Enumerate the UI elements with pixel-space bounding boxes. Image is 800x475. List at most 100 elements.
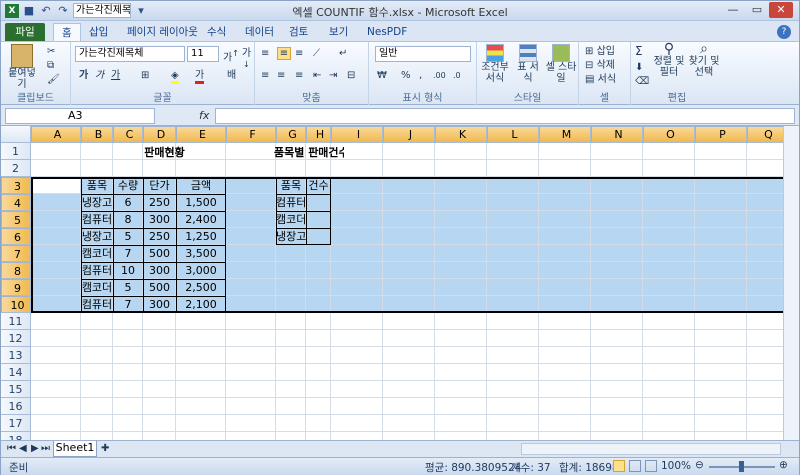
cell-styles-button[interactable]: 셀 스타일	[545, 44, 577, 84]
orientation-icon[interactable]: ⟋	[313, 48, 320, 59]
tab-data[interactable]: 데이터	[237, 23, 282, 42]
tab-file[interactable]: 파일	[5, 23, 45, 42]
phonetic-icon[interactable]: 배	[227, 70, 236, 81]
insert-cells-button[interactable]: ⊞ 삽입	[585, 46, 615, 57]
column-header-q[interactable]: Q	[747, 126, 787, 143]
prev-sheet-icon[interactable]: ◀	[19, 443, 27, 454]
cut-icon[interactable]: ✂	[47, 46, 55, 57]
row-header-5[interactable]: 5	[1, 211, 31, 228]
select-all-corner[interactable]	[1, 126, 31, 143]
tab-formulas[interactable]: 수식	[199, 23, 234, 42]
vertical-scrollbar[interactable]	[783, 126, 799, 440]
tab-home[interactable]: 홈	[53, 23, 81, 42]
column-header-l[interactable]: L	[487, 126, 539, 143]
last-sheet-icon[interactable]: ⏭	[41, 443, 50, 454]
percent-icon[interactable]: %	[401, 70, 411, 81]
first-sheet-icon[interactable]: ⏮	[7, 443, 16, 454]
row-header-16[interactable]: 16	[1, 398, 31, 415]
grow-font-icon[interactable]: 가↑	[223, 48, 239, 63]
align-bottom-icon[interactable]: ≡	[295, 48, 303, 59]
decrease-decimal-icon[interactable]: .0	[453, 70, 461, 81]
tab-review[interactable]: 검토	[281, 23, 316, 42]
indent-increase-icon[interactable]: ⇥	[329, 70, 337, 81]
row-header-11[interactable]: 11	[1, 313, 31, 330]
paste-button[interactable]: 붙여넣기	[5, 44, 39, 90]
column-header-p[interactable]: P	[695, 126, 747, 143]
column-header-g[interactable]: G	[276, 126, 306, 143]
format-painter-icon[interactable]: 🖌	[47, 74, 60, 85]
align-right-icon[interactable]: ≡	[295, 70, 303, 81]
worksheet-grid[interactable]: A B C D E F G H I J K L M N O P Q 1 2 3 4 5 6 7 8 9 10 11 12 13 14 15 16…	[1, 126, 799, 440]
help-icon[interactable]: ?	[777, 25, 791, 39]
zoom-in-icon[interactable]: ⊕	[779, 459, 788, 471]
align-left-icon[interactable]: ≡	[261, 70, 269, 81]
insert-function-icon[interactable]: fx	[199, 109, 209, 122]
font-color-icon[interactable]: 가	[195, 70, 205, 84]
column-header-o[interactable]: O	[643, 126, 695, 143]
row-header-6[interactable]: 6	[1, 228, 31, 245]
column-header-n[interactable]: N	[591, 126, 643, 143]
tab-insert[interactable]: 삽입	[81, 23, 116, 42]
increase-decimal-icon[interactable]: .00	[433, 70, 446, 81]
tab-page-layout[interactable]: 페이지 레이아웃	[119, 23, 206, 42]
wrap-text-icon[interactable]: ↵	[339, 48, 347, 59]
zoom-level[interactable]: 100%	[661, 460, 691, 472]
font-size-select[interactable]: 11	[187, 46, 219, 62]
merge-center-icon[interactable]: ⊟	[347, 70, 355, 81]
row-header-7[interactable]: 7	[1, 245, 31, 262]
bold-icon[interactable]: 가	[79, 70, 88, 81]
currency-icon[interactable]: ₩	[377, 70, 387, 81]
column-header-j[interactable]: J	[383, 126, 435, 143]
normal-view-icon[interactable]	[613, 460, 625, 472]
column-header-b[interactable]: B	[81, 126, 113, 143]
next-sheet-icon[interactable]: ▶	[31, 443, 39, 454]
underline-icon[interactable]: 가	[111, 70, 120, 81]
minimize-button[interactable]: —	[721, 2, 745, 18]
align-top-icon[interactable]: ≡	[261, 48, 269, 59]
sort-filter-button[interactable]: ⚲ 정렬 및 필터	[653, 42, 685, 78]
name-box[interactable]: A3	[5, 108, 155, 124]
row-header-2[interactable]: 2	[1, 160, 31, 177]
horizontal-scrollbar[interactable]	[521, 443, 781, 455]
row-header-1[interactable]: 1	[1, 143, 31, 160]
align-middle-icon[interactable]: ≡	[277, 47, 291, 60]
row-header-8[interactable]: 8	[1, 262, 31, 279]
find-select-button[interactable]: ⌕ 찾기 및 선택	[687, 42, 721, 78]
conditional-format-button[interactable]: 조건부 서식	[479, 44, 511, 84]
row-header-12[interactable]: 12	[1, 330, 31, 347]
row-header-17[interactable]: 17	[1, 415, 31, 432]
column-header-d[interactable]: D	[143, 126, 176, 143]
row-header-18[interactable]: 18	[1, 432, 31, 440]
row-header-9[interactable]: 9	[1, 279, 31, 296]
close-button[interactable]: ✕	[769, 2, 793, 18]
tab-nespdf[interactable]: NesPDF	[359, 23, 415, 42]
format-cells-button[interactable]: ▤ 서식	[585, 74, 616, 85]
row-header-4[interactable]: 4	[1, 194, 31, 211]
column-header-a[interactable]: A	[31, 126, 81, 143]
delete-cells-button[interactable]: ⊟ 삭제	[585, 60, 615, 71]
zoom-slider-thumb[interactable]	[739, 461, 744, 472]
column-header-f[interactable]: F	[226, 126, 276, 143]
fill-icon[interactable]: ⬇	[635, 62, 643, 73]
number-format-select[interactable]: 일반	[375, 46, 471, 62]
page-layout-view-icon[interactable]	[629, 460, 641, 472]
clear-icon[interactable]: ⌫	[635, 76, 649, 87]
fill-color-icon[interactable]: ◈	[171, 70, 179, 84]
maximize-button[interactable]: ▭	[745, 2, 769, 18]
column-header-c[interactable]: C	[113, 126, 143, 143]
column-header-i[interactable]: I	[331, 126, 383, 143]
sheet-tab-sheet1[interactable]: Sheet1	[53, 441, 97, 457]
row-header-13[interactable]: 13	[1, 347, 31, 364]
column-header-h[interactable]: H	[306, 126, 331, 143]
formula-input[interactable]	[215, 108, 795, 124]
font-name-select[interactable]: 가는각진제목체	[75, 46, 185, 62]
column-header-m[interactable]: M	[539, 126, 591, 143]
autosum-icon[interactable]: Σ	[635, 45, 643, 57]
tab-view[interactable]: 보기	[321, 23, 356, 42]
insert-sheet-icon[interactable]: ✚	[101, 443, 109, 454]
column-header-e[interactable]: E	[176, 126, 226, 143]
italic-icon[interactable]: 가	[95, 70, 104, 81]
column-header-k[interactable]: K	[435, 126, 487, 143]
zoom-out-icon[interactable]: ⊖	[695, 459, 704, 471]
indent-decrease-icon[interactable]: ⇤	[313, 70, 321, 81]
